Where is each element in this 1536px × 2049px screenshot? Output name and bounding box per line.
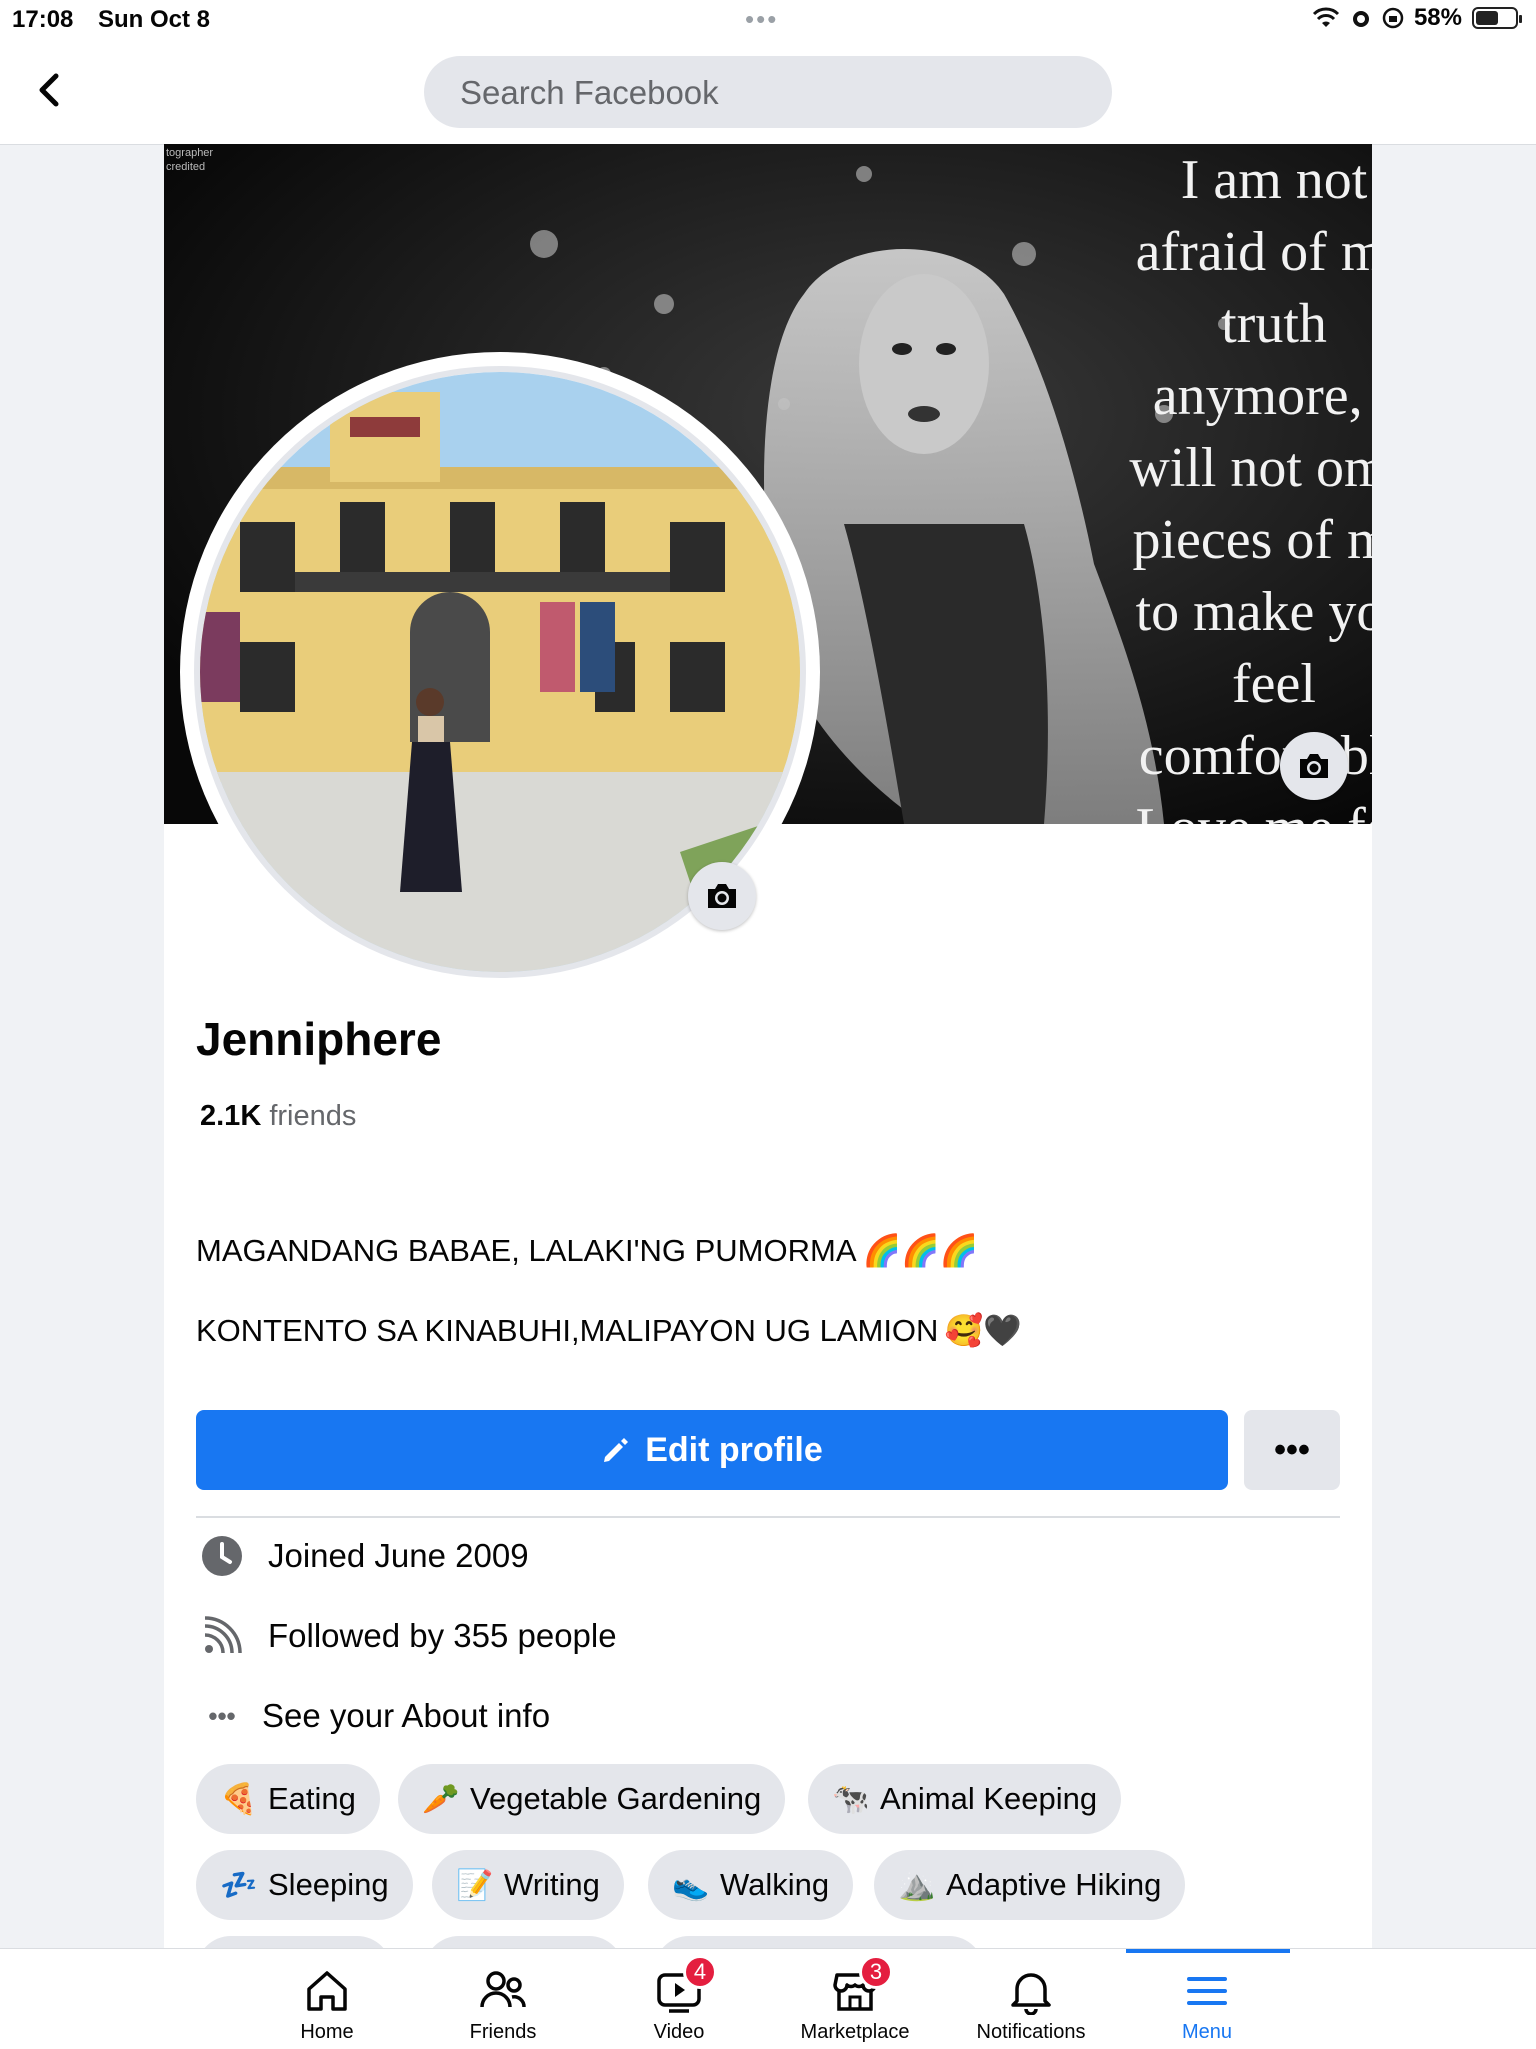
- hobby-label: Animal Keeping: [880, 1781, 1098, 1816]
- camera-icon: [708, 884, 736, 908]
- about-row[interactable]: ••• See your About info: [196, 1694, 550, 1738]
- joined-row: Joined June 2009: [196, 1534, 529, 1578]
- tab-label: Home: [300, 2021, 354, 2043]
- bottom-tab-bar: Home Friends 4 Video 3 Marketplace Notif…: [0, 1948, 1536, 2049]
- hobby-chip[interactable]: 🥕 Vegetable Gardening: [398, 1764, 786, 1834]
- rotation-lock-icon: [1382, 7, 1404, 29]
- menu-icon: [1179, 1963, 1235, 2019]
- edit-cover-button[interactable]: [1280, 732, 1348, 800]
- rss-icon: [196, 1614, 248, 1658]
- pencil-icon: [604, 1438, 629, 1462]
- bio-text-2: KONTENTO SA KINABUHI,MALIPAYON UG LAMION: [196, 1312, 939, 1348]
- search-bar[interactable]: [424, 56, 1112, 130]
- status-bar: 17:08 Sun Oct 8 ••• 58%: [0, 0, 1536, 40]
- hobby-chip[interactable]: 👟 Walking: [648, 1850, 854, 1920]
- followers-text: Followed by 355 people: [268, 1617, 617, 1654]
- edit-profile-picture-button[interactable]: [688, 862, 756, 930]
- tab-friends[interactable]: Friends: [415, 1949, 591, 2049]
- tab-notifications[interactable]: Notifications: [943, 1949, 1119, 2049]
- search-input[interactable]: [458, 56, 1062, 130]
- battery-percent: 58%: [1413, 4, 1462, 31]
- tab-video[interactable]: 4 Video: [591, 1949, 767, 2049]
- hobby-label: Walking: [720, 1867, 830, 1902]
- alarm-icon: [1352, 11, 1369, 27]
- friends-label: friends: [269, 1100, 357, 1132]
- ellipsis-icon: •••: [208, 1700, 236, 1731]
- joined-text: Joined June 2009: [268, 1537, 529, 1574]
- hobby-label: Writing: [504, 1867, 600, 1902]
- hobby-label: Sleeping: [268, 1867, 389, 1902]
- friends-icon: [475, 1963, 531, 2019]
- hobby-label: Eating: [268, 1781, 356, 1816]
- hobby-label: Vegetable Gardening: [470, 1781, 762, 1816]
- more-options-button[interactable]: •••: [1244, 1410, 1340, 1490]
- bio-line-1: MAGANDANG BABAE, LALAKI'NG PUMORMA 🌈🌈🌈: [196, 1232, 978, 1269]
- clock-icon: [196, 1534, 248, 1578]
- tab-label: Menu: [1181, 2021, 1233, 2043]
- battery-icon: [1472, 7, 1522, 29]
- tab-label: Friends: [469, 2021, 537, 2043]
- camera-icon: [1300, 754, 1328, 778]
- bio-emoji-1: 🌈🌈🌈: [862, 1233, 979, 1268]
- video-badge: 4: [683, 1955, 717, 1989]
- followers-row[interactable]: Followed by 355 people: [196, 1614, 617, 1658]
- hobby-chip[interactable]: ⛰️ Adaptive Hiking: [874, 1850, 1186, 1920]
- hobby-chip[interactable]: 🐄 Animal Keeping: [808, 1764, 1122, 1834]
- back-button[interactable]: [30, 70, 70, 110]
- tab-home[interactable]: Home: [239, 1949, 415, 2049]
- cow-icon: 🐄: [832, 1782, 870, 1816]
- hobby-chip[interactable]: 📝 Writing: [432, 1850, 624, 1920]
- wifi-icon: [1312, 7, 1340, 27]
- carrot-icon: 🥕: [422, 1782, 460, 1816]
- about-text: See your About info: [262, 1697, 551, 1734]
- marketplace-badge: 3: [859, 1955, 893, 1989]
- shoe-icon: 👟: [672, 1868, 710, 1902]
- tab-menu[interactable]: Menu: [1119, 1949, 1295, 2049]
- friends-count[interactable]: 2.1K friends: [200, 1100, 356, 1133]
- tab-label: Notifications: [976, 2021, 1086, 2043]
- profile-name: Jenniphere: [196, 1013, 442, 1065]
- status-indicators: 58%: [1312, 4, 1522, 32]
- bio-text-1: MAGANDANG BABAE, LALAKI'NG PUMORMA: [196, 1232, 857, 1268]
- status-date: Sun Oct 8: [98, 6, 211, 33]
- home-icon: [299, 1963, 355, 2019]
- video-icon: 4: [651, 1955, 717, 2019]
- tab-marketplace[interactable]: 3 Marketplace: [767, 1949, 943, 2049]
- divider: [196, 1516, 1340, 1518]
- multitasking-dots-icon[interactable]: •••: [745, 4, 778, 35]
- bio-line-2: KONTENTO SA KINABUHI,MALIPAYON UG LAMION…: [196, 1312, 1022, 1349]
- marketplace-icon: 3: [827, 1955, 893, 2019]
- friends-number: 2.1K: [200, 1100, 262, 1132]
- edit-profile-button[interactable]: Edit profile: [196, 1410, 1228, 1490]
- cover-credit: tographer credited: [166, 147, 214, 173]
- bio-emoji-2: 🥰🖤: [944, 1313, 1022, 1348]
- cover-quote: I am not afraid of my truth anymore, I w…: [1129, 149, 1372, 824]
- bell-icon: [1003, 1963, 1059, 2019]
- chevron-left-icon: [39, 73, 59, 107]
- hobby-chip[interactable]: 🍕 Eating: [196, 1764, 380, 1834]
- status-time: 17:08: [12, 6, 74, 33]
- mountain-icon: ⛰️: [898, 1868, 936, 1902]
- zzz-icon: 💤: [220, 1868, 258, 1902]
- more-dots-icon: •••: [1274, 1430, 1310, 1469]
- tab-label: Marketplace: [800, 2021, 910, 2043]
- edit-profile-label: Edit profile: [645, 1430, 823, 1469]
- hobby-label: Adaptive Hiking: [946, 1867, 1162, 1902]
- hobby-chip[interactable]: 💤 Sleeping: [196, 1850, 413, 1920]
- tab-label: Video: [653, 2021, 705, 2043]
- memo-icon: 📝: [456, 1868, 494, 1902]
- top-nav: [0, 40, 1536, 145]
- pizza-icon: 🍕: [220, 1782, 258, 1816]
